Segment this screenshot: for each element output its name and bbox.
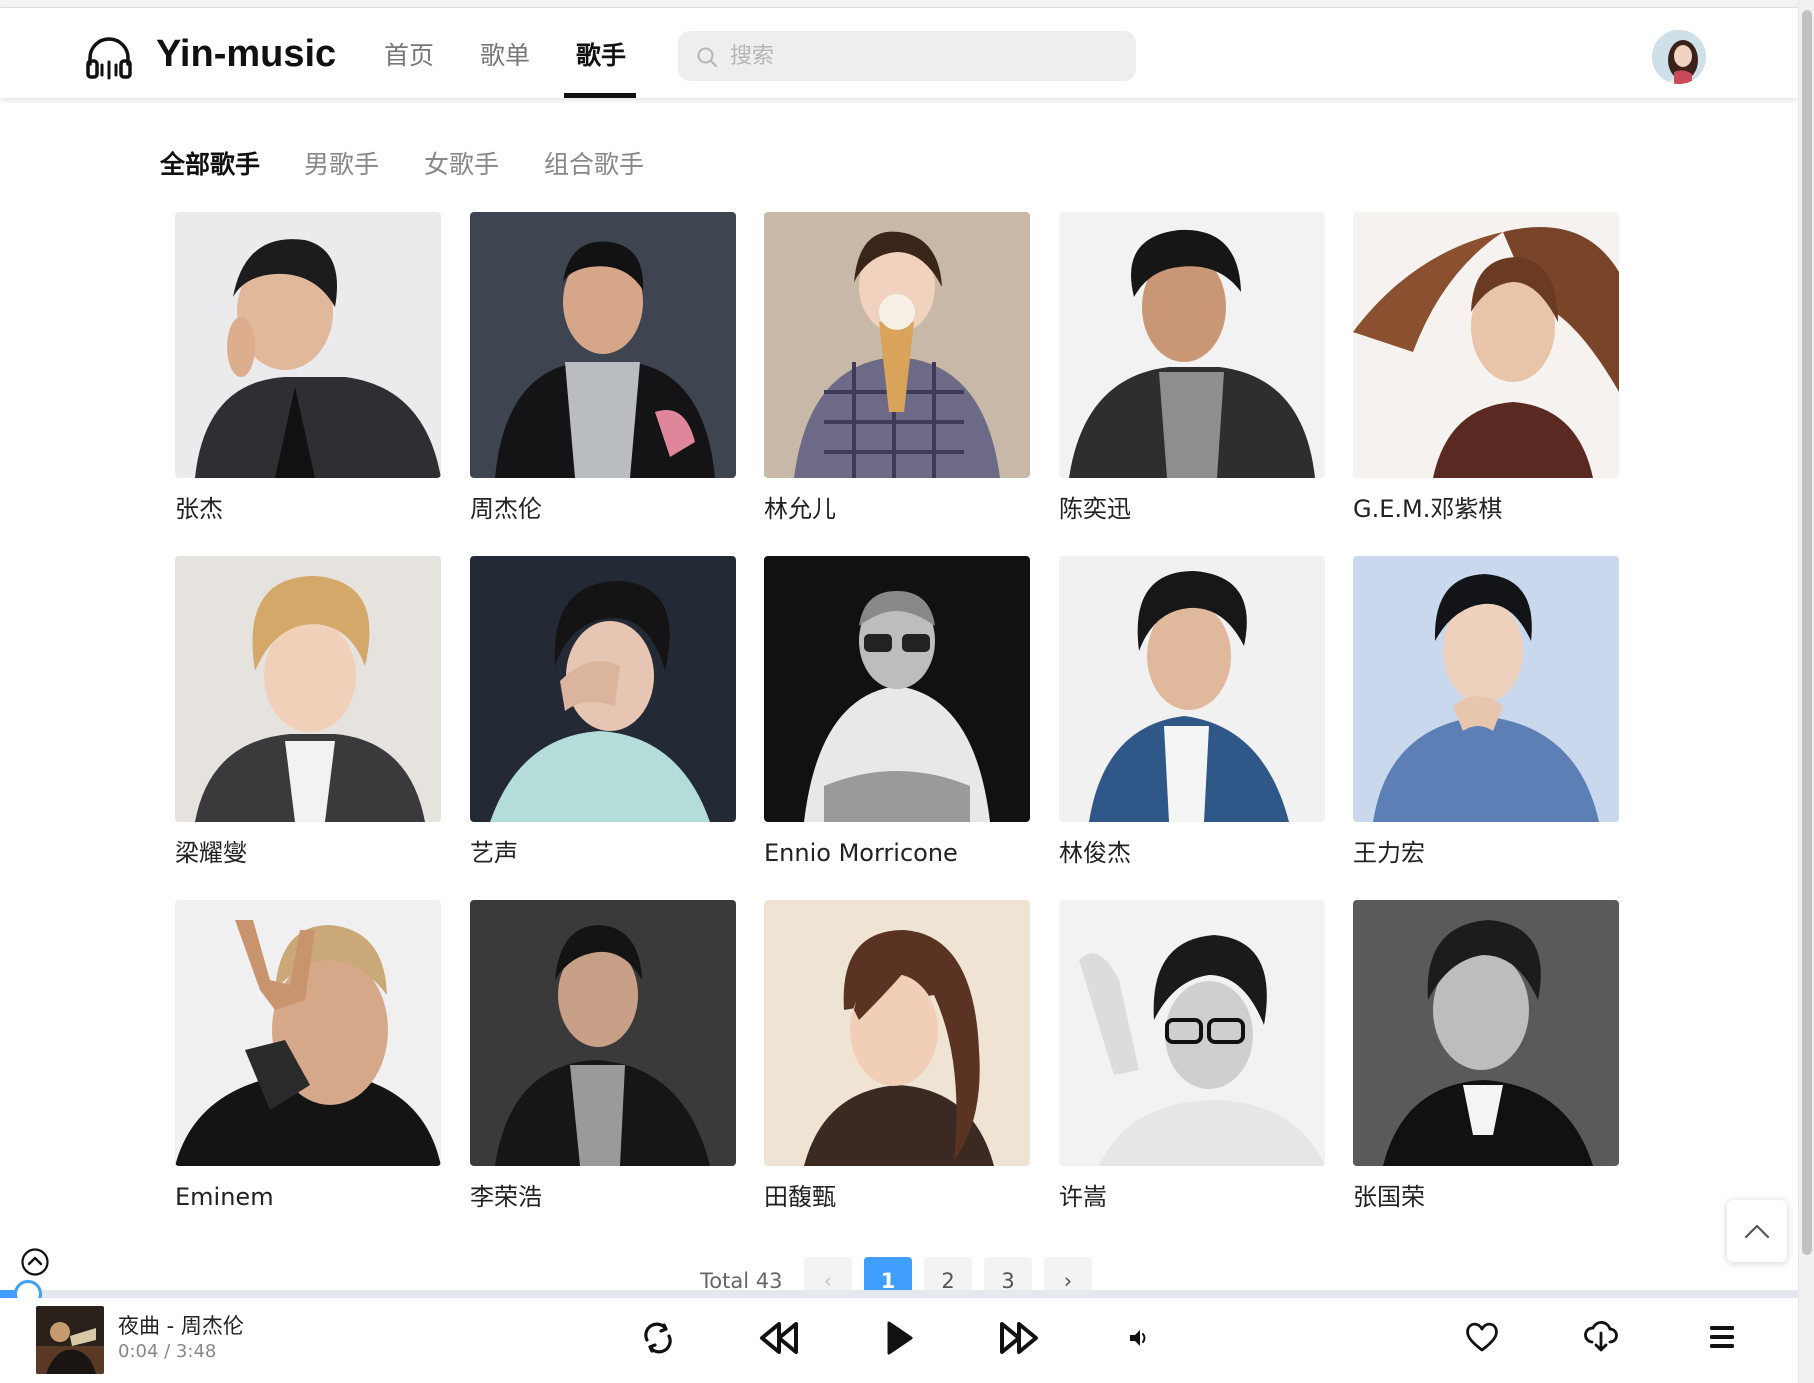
singer-card[interactable]: 李荣浩: [470, 900, 736, 1214]
singer-card[interactable]: Eminem: [175, 900, 441, 1214]
nav-singers[interactable]: 歌手: [576, 38, 626, 74]
singer-photo[interactable]: [1059, 556, 1325, 822]
singer-card[interactable]: 陈奕迅: [1059, 212, 1325, 526]
singer-name[interactable]: 梁耀燮: [175, 836, 441, 870]
singer-name[interactable]: 林允儿: [764, 492, 1030, 526]
headphones-icon[interactable]: [84, 32, 134, 82]
singer-card[interactable]: 梁耀燮: [175, 556, 441, 870]
page-scrollbar[interactable]: [1798, 0, 1814, 1383]
singer-photo[interactable]: [175, 212, 441, 478]
singer-photo[interactable]: [470, 556, 736, 822]
singer-photo[interactable]: [764, 900, 1030, 1166]
singer-card[interactable]: G.E.M.邓紫棋: [1353, 212, 1619, 526]
singer-card[interactable]: 张国荣: [1353, 900, 1619, 1214]
search-input[interactable]: [730, 39, 1120, 73]
singer-photo[interactable]: [175, 900, 441, 1166]
singer-photo[interactable]: [764, 556, 1030, 822]
singer-name[interactable]: 李荣浩: [470, 1180, 736, 1214]
singer-photo[interactable]: [764, 212, 1030, 478]
singer-card[interactable]: Ennio Morricone: [764, 556, 1030, 870]
loop-icon[interactable]: [640, 1320, 676, 1356]
top-header: Yin-music 首页 歌单 歌手: [0, 8, 1798, 98]
singer-name[interactable]: 艺声: [470, 836, 736, 870]
singer-name[interactable]: 周杰伦: [470, 492, 736, 526]
user-avatar[interactable]: [1652, 30, 1706, 84]
singer-photo[interactable]: [1353, 212, 1619, 478]
progress-track[interactable]: [0, 1290, 1798, 1298]
singer-photo[interactable]: [470, 212, 736, 478]
filter-male-singers[interactable]: 男歌手: [304, 148, 379, 182]
player-bar: 夜曲 - 周杰伦 0:04 / 3:48: [0, 1298, 1798, 1383]
volume-icon[interactable]: [1128, 1328, 1150, 1348]
singer-photo[interactable]: [1059, 212, 1325, 478]
page: Yin-music 首页 歌单 歌手 全部歌手 男歌手 女歌手 组合歌手: [0, 0, 1814, 1383]
singer-photo[interactable]: [1353, 556, 1619, 822]
song-time: 0:04 / 3:48: [118, 1341, 217, 1362]
singer-photo[interactable]: [1059, 900, 1325, 1166]
singer-card[interactable]: 张杰: [175, 212, 441, 526]
search-icon: [697, 47, 717, 67]
singer-card[interactable]: 许嵩: [1059, 900, 1325, 1214]
song-cover[interactable]: [36, 1306, 104, 1374]
singer-card[interactable]: 王力宏: [1353, 556, 1619, 870]
window-top-edge: [0, 0, 1814, 8]
filter-female-singers[interactable]: 女歌手: [424, 148, 499, 182]
filter-group-singers[interactable]: 组合歌手: [544, 148, 644, 182]
singer-name[interactable]: 王力宏: [1353, 836, 1619, 870]
play-icon[interactable]: [884, 1318, 914, 1358]
singer-name[interactable]: Ennio Morricone: [764, 836, 1030, 870]
chevron-up-circle-icon[interactable]: [20, 1247, 50, 1277]
search-box[interactable]: [678, 31, 1136, 81]
singer-card[interactable]: 林允儿: [764, 212, 1030, 526]
singer-photo[interactable]: [175, 556, 441, 822]
nav-playlists[interactable]: 歌单: [480, 38, 530, 74]
scrollbar-thumb[interactable]: [1802, 10, 1812, 1255]
singer-card[interactable]: 周杰伦: [470, 212, 736, 526]
singer-name[interactable]: 田馥甄: [764, 1180, 1030, 1214]
singer-card[interactable]: 田馥甄: [764, 900, 1030, 1214]
singer-photo[interactable]: [1353, 900, 1619, 1166]
app-name[interactable]: Yin-music: [156, 32, 336, 76]
chevron-up-icon: [1744, 1224, 1770, 1239]
back-to-top-button[interactable]: [1727, 1200, 1787, 1262]
singer-name[interactable]: Eminem: [175, 1180, 441, 1214]
singer-photo[interactable]: [470, 900, 736, 1166]
singer-name[interactable]: 陈奕迅: [1059, 492, 1325, 526]
song-title: 夜曲 - 周杰伦: [118, 1314, 244, 1338]
singer-name[interactable]: 许嵩: [1059, 1180, 1325, 1214]
filter-all-singers[interactable]: 全部歌手: [160, 148, 260, 182]
singer-card[interactable]: 艺声: [470, 556, 736, 870]
singer-name[interactable]: 林俊杰: [1059, 836, 1325, 870]
singer-card[interactable]: 林俊杰: [1059, 556, 1325, 870]
singer-name[interactable]: G.E.M.邓紫棋: [1353, 492, 1619, 526]
singer-name[interactable]: 张杰: [175, 492, 441, 526]
nav-home[interactable]: 首页: [384, 38, 434, 74]
list-icon[interactable]: [1707, 1322, 1737, 1352]
rewind-icon[interactable]: [758, 1318, 800, 1358]
singer-name[interactable]: 张国荣: [1353, 1180, 1619, 1214]
heart-icon[interactable]: [1464, 1320, 1500, 1354]
cloud-download-icon[interactable]: [1584, 1318, 1618, 1354]
nav-active-indicator: [564, 93, 636, 98]
fast-forward-icon[interactable]: [998, 1318, 1040, 1358]
